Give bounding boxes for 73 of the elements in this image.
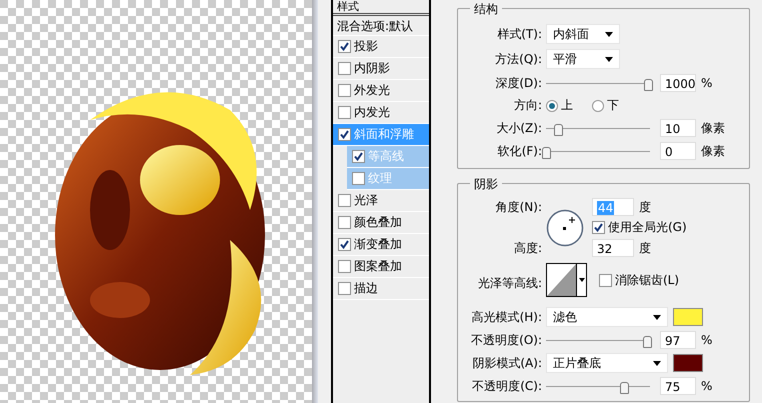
field-label: 方法(Q):	[495, 50, 542, 68]
input-field[interactable]: 10	[660, 119, 696, 137]
caret-icon	[653, 360, 661, 366]
style-item[interactable]: 渐变叠加	[333, 234, 429, 256]
color-swatch[interactable]	[673, 308, 703, 326]
checkbox[interactable]	[338, 106, 351, 119]
style-item[interactable]: 光泽	[333, 190, 429, 212]
style-item[interactable]: 颜色叠加	[333, 212, 429, 234]
contour-picker[interactable]	[546, 263, 587, 297]
unit-label: 度	[639, 198, 651, 216]
unit-label: %	[701, 76, 712, 90]
field-label: 不透明度(C):	[472, 378, 542, 394]
slider-thumb[interactable]	[542, 146, 551, 158]
field-label: 不透明度(O):	[471, 332, 542, 348]
checkbox[interactable]	[592, 221, 605, 234]
list-item[interactable]: 混合选项:默认	[333, 16, 429, 36]
field-label: 软化(F):	[498, 142, 542, 160]
checkbox[interactable]	[338, 216, 351, 229]
field-label: 光泽等高线:	[478, 274, 542, 292]
slider-thumb[interactable]	[620, 382, 629, 394]
checkbox[interactable]	[338, 84, 351, 97]
slider-thumb[interactable]	[642, 336, 652, 348]
group-title: 阴影	[470, 176, 502, 193]
slider-thumb[interactable]	[554, 124, 564, 136]
unit-label: 像素	[701, 142, 725, 160]
checkbox[interactable]	[338, 282, 351, 295]
checkbox[interactable]	[338, 238, 351, 251]
input-field[interactable]: 1000	[660, 74, 696, 92]
input-field[interactable]: 0	[660, 142, 696, 160]
field-label: 阴影模式(A):	[472, 354, 542, 372]
checkbox[interactable]	[352, 172, 365, 185]
dropdown[interactable]: 滤色	[546, 307, 668, 327]
caret-icon	[653, 314, 661, 320]
style-item[interactable]: 外发光	[333, 80, 429, 102]
caret-icon	[605, 32, 613, 36]
style-item[interactable]: 投影	[333, 36, 429, 58]
checkbox-label: 消除锯齿(L)	[615, 272, 680, 288]
unit-label: 像素	[701, 120, 725, 136]
field-label: 高光模式(H):	[472, 308, 542, 326]
input-field[interactable]: 32	[592, 239, 634, 257]
field-label: 深度(D):	[495, 74, 542, 92]
unit-label: 度	[639, 240, 651, 256]
unit-label: %	[701, 379, 712, 393]
slider-thumb[interactable]	[644, 78, 653, 90]
input-field[interactable]: 97	[660, 331, 696, 349]
group-title: 结构	[470, 1, 502, 18]
checkbox[interactable]	[338, 260, 351, 273]
dropdown[interactable]: 正片叠底	[546, 353, 668, 373]
field-label: 高度:	[514, 240, 542, 256]
caret-icon	[605, 56, 613, 62]
checkbox[interactable]	[338, 40, 351, 53]
angle-dial[interactable]	[546, 208, 584, 246]
checkbox-label: 使用全局光(G)	[608, 219, 687, 236]
checkbox[interactable]	[599, 274, 612, 286]
dropdown[interactable]: 内斜面	[546, 24, 620, 44]
panel-title: 样式	[333, 0, 429, 16]
field-label: 样式(T):	[497, 26, 542, 42]
checkbox[interactable]	[352, 150, 365, 163]
color-swatch[interactable]	[673, 354, 703, 372]
unit-label: %	[701, 333, 712, 347]
checkbox[interactable]	[338, 194, 351, 207]
input-field[interactable]: 75	[660, 377, 696, 395]
style-item[interactable]: 描边	[333, 278, 429, 300]
radio-button[interactable]: 下	[592, 97, 619, 114]
field-label: 角度(N):	[496, 198, 542, 216]
field-label: 大小(Z):	[496, 120, 542, 136]
dropdown[interactable]: 平滑	[546, 49, 620, 69]
checkbox[interactable]	[338, 62, 351, 75]
style-item[interactable]: 图案叠加	[333, 256, 429, 278]
radio-button[interactable]: 上	[546, 97, 573, 114]
checkbox[interactable]	[338, 128, 351, 141]
style-item[interactable]: 内阴影	[333, 58, 429, 80]
field-label: 方向:	[514, 97, 542, 114]
